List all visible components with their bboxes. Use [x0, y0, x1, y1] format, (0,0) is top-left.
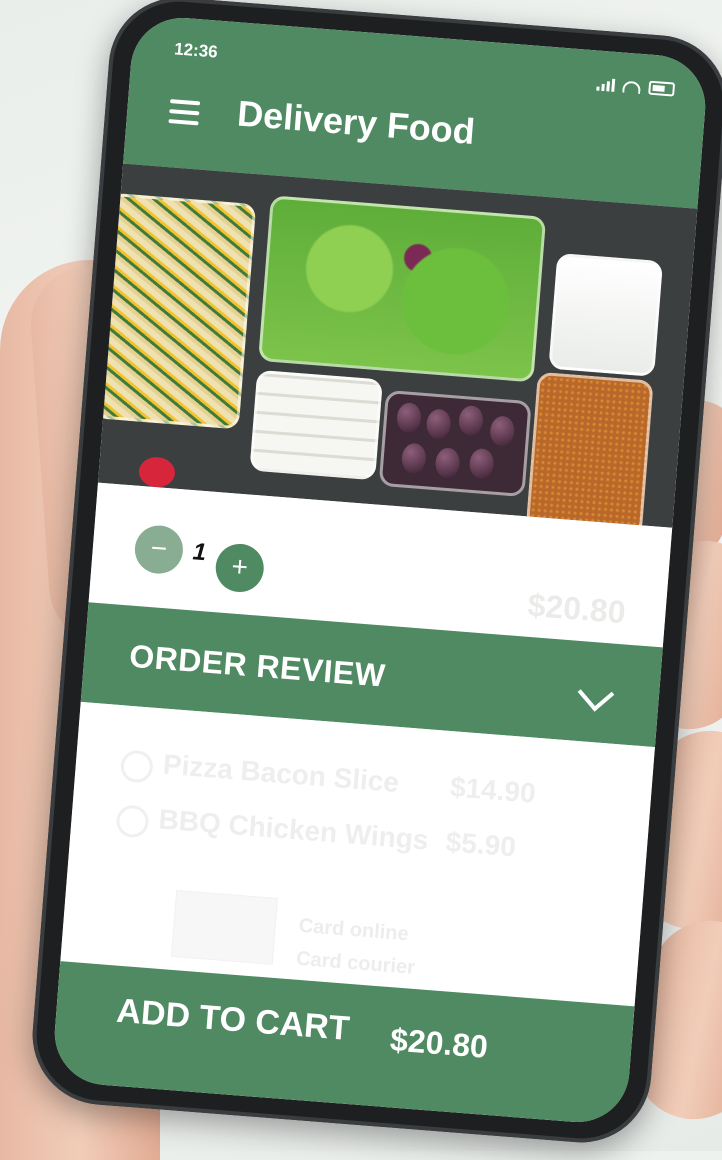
- increase-quantity-button[interactable]: +: [213, 542, 266, 594]
- cart-total: $20.80: [388, 1021, 490, 1065]
- item-price: $5.90: [444, 826, 517, 863]
- food-photo: [97, 163, 698, 528]
- grain-container: [525, 371, 654, 528]
- hamburger-menu-icon[interactable]: [168, 99, 201, 131]
- signal-icon: [596, 78, 616, 92]
- item-name: Pizza Bacon Slice: [161, 748, 401, 799]
- status-icons: [596, 77, 676, 97]
- card-image: [171, 890, 278, 965]
- add-to-cart-label: ADD TO CART: [115, 991, 351, 1048]
- radio-button[interactable]: [119, 749, 155, 784]
- phone-device: 12:36 Delivery Food − 1 + $20.80 ORDER R…: [27, 0, 722, 1148]
- salad-container: [258, 195, 547, 383]
- radio-button[interactable]: [115, 804, 150, 839]
- item-price: $20.80: [526, 586, 627, 631]
- app-title: Delivery Food: [235, 92, 477, 153]
- phone-screen: 12:36 Delivery Food − 1 + $20.80 ORDER R…: [50, 14, 710, 1126]
- olives-container: [378, 389, 532, 498]
- dip-container: [548, 252, 664, 377]
- pasta-container: [97, 192, 257, 430]
- item-name: BBQ Chicken Wings: [157, 803, 430, 856]
- wifi-icon: [622, 80, 642, 94]
- feta-container: [249, 369, 383, 481]
- radish: [137, 455, 177, 489]
- status-time: 12:36: [173, 39, 219, 62]
- payment-option[interactable]: Card courier: [295, 948, 415, 980]
- quantity-value: 1: [191, 538, 208, 567]
- battery-icon: [648, 80, 676, 97]
- chevron-down-icon[interactable]: [577, 674, 615, 712]
- decrease-quantity-button[interactable]: −: [133, 523, 185, 576]
- payment-option[interactable]: Card online: [298, 915, 409, 947]
- item-price: $14.90: [449, 771, 537, 809]
- order-review-title: ORDER REVIEW: [128, 637, 387, 694]
